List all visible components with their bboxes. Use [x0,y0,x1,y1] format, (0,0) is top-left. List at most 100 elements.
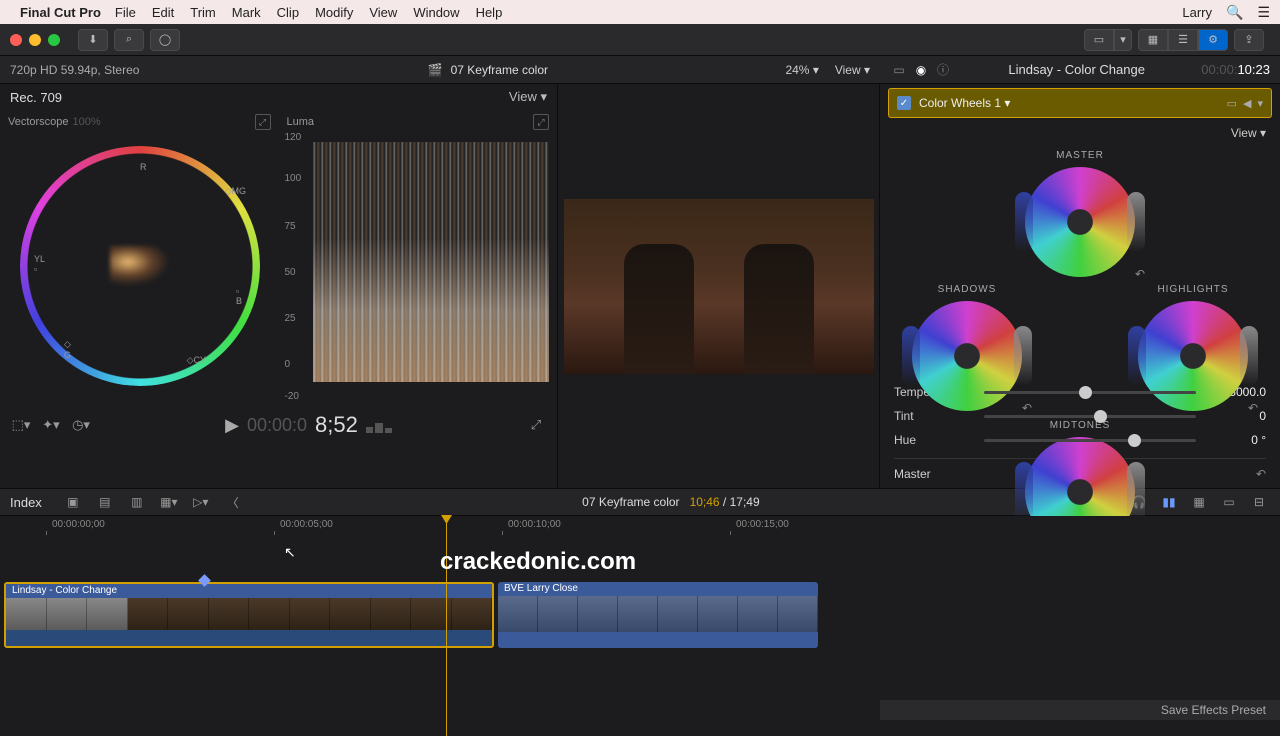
scopes-panel: Rec. 709 View ▾ Vectorscope 100% ⤢ R ◇MG… [0,84,558,488]
tl-layout-icon[interactable]: ▭ [1218,492,1240,512]
timeline-duration: 17;49 [730,495,760,509]
info-inspector-tab[interactable]: ⓘ [934,61,952,79]
tl-layout2-icon[interactable]: ⊟ [1248,492,1270,512]
menu-view[interactable]: View [369,5,397,20]
viewer-transport: ⬚▾ ✦▾ ◷▾ ▶ 00:00:08;52 ⤢ [0,410,557,440]
clip2-name: BVE Larry Close [498,582,818,596]
menu-help[interactable]: Help [476,5,503,20]
clip-lindsay[interactable]: Lindsay - Color Change [4,582,494,648]
inspector-title: Lindsay - Color Change [962,62,1191,77]
transform-tool-icon[interactable]: ⬚▾ [10,414,32,436]
luma-tick-25: 25 [285,313,296,324]
retime-tool-icon[interactable]: ◷▾ [70,414,92,436]
inspector-view-dropdown[interactable]: View ▾ [880,122,1280,144]
viewer[interactable] [558,84,880,488]
expand-luma-icon[interactable]: ⤢ [533,114,549,130]
history-back-icon[interactable]: 〈 [222,492,244,512]
layout-inspector-icon[interactable]: ⚙ [1198,29,1228,51]
hue-value[interactable]: 0 ° [1196,433,1266,447]
minimize-window-button[interactable] [29,34,41,46]
effect-enabled-checkbox[interactable]: ✓ [897,96,911,110]
search-icon[interactable]: 🔍 [1226,4,1243,21]
vectorscope-pct: 100% [73,116,101,128]
keyframe-prev-icon[interactable]: ◀ [1243,97,1251,110]
index-button[interactable]: Index [10,495,42,510]
menu-trim[interactable]: Trim [190,5,216,20]
menu-clip[interactable]: Clip [277,5,299,20]
snapping-icon[interactable]: ▦ [1188,492,1210,512]
timeline[interactable]: 00:00:00;00 00:00:05;00 00:00:10;00 00:0… [0,516,1280,686]
play-icon[interactable]: ▶ [225,415,239,436]
luma-tick-100: 100 [285,173,302,184]
tracks-area[interactable]: crackedonic.com ↖ Lindsay - Color Change… [0,536,1280,686]
keyword-button[interactable]: ⌕ [114,29,144,51]
import-button[interactable]: ⬇ [78,29,108,51]
window-controls [10,34,60,46]
mouse-cursor-icon: ↖ [284,544,296,561]
luma-tick-0: 0 [285,359,291,370]
vmark-g: ◇G [64,339,71,360]
menu-edit[interactable]: Edit [152,5,174,20]
browser-layout-icon[interactable]: ▭ [1084,29,1114,51]
highlights-label: HIGHLIGHTS [1128,284,1258,295]
hue-slider[interactable] [984,439,1196,442]
clip1-name: Lindsay - Color Change [6,584,492,598]
temperature-slider[interactable] [984,391,1196,394]
color-inspector-tab[interactable]: ◉ [912,61,930,79]
solo-icon[interactable]: ▮▮ [1158,492,1180,512]
zoom-dropdown[interactable]: 24% ▾ [785,63,818,77]
save-preset-button[interactable]: Save Effects Preset [880,700,1280,720]
app-name[interactable]: Final Cut Pro [20,5,101,20]
control-center-icon[interactable]: ☰ [1257,4,1270,21]
reset-highlights-icon[interactable]: ↶ [1248,401,1258,415]
mask-icon[interactable]: ▭ [1227,97,1237,110]
vmark-mg: ◇MG [225,186,246,197]
luma-tick-120: 120 [285,132,302,143]
audio-meter [366,417,392,433]
menu-mark[interactable]: Mark [232,5,261,20]
video-inspector-tab[interactable]: ▭ [890,61,908,79]
menu-window[interactable]: Window [413,5,459,20]
timeline-ruler[interactable]: 00:00:00;00 00:00:05;00 00:00:10;00 00:0… [0,516,1280,536]
share-button[interactable]: ⇪ [1234,29,1264,51]
luma-tick-n20: -20 [285,391,299,402]
luma-tick-50: 50 [285,267,296,278]
luma-label: Luma [287,116,315,128]
menu-file[interactable]: File [115,5,136,20]
app-toolbar: ⬇ ⌕ ◯ ▭ ▾ ▦ ☰ ⚙ ⇪ [0,24,1280,56]
clapper-icon: 🎬 [428,63,443,77]
expand-vectorscope-icon[interactable]: ⤢ [255,114,271,130]
append-clip-icon[interactable]: ▥ [126,492,148,512]
insert-clip-icon[interactable]: ▤ [94,492,116,512]
hue-label: Hue [894,433,984,447]
section-label: Master [894,467,931,481]
background-tasks-button[interactable]: ◯ [150,29,180,51]
menu-modify[interactable]: Modify [315,5,353,20]
fullscreen-icon[interactable]: ⤢ [525,414,547,436]
colorspace-label: Rec. 709 [10,90,62,105]
master-wheel[interactable]: MASTER ↶ [1015,150,1145,277]
effect-row[interactable]: ✓ Color Wheels 1 ▾ ▭ ◀ ▾ [888,88,1272,118]
ruler-tick-1: 00:00:05;00 [280,519,333,530]
overwrite-clip-icon[interactable]: ▦▾ [158,492,180,512]
tint-slider[interactable] [984,415,1196,418]
close-window-button[interactable] [10,34,22,46]
keyframe-dropdown-icon[interactable]: ▾ [1257,97,1263,110]
browser-layout-dropdown[interactable]: ▾ [1114,29,1132,51]
scopes-view-dropdown[interactable]: View ▾ [509,89,547,105]
select-tool-icon[interactable]: ▷▾ [190,492,212,512]
zoom-window-button[interactable] [48,34,60,46]
menubar-user[interactable]: Larry [1182,5,1212,20]
reset-section-icon[interactable]: ↶ [1256,467,1266,481]
layout-list-icon[interactable]: ☰ [1168,29,1198,51]
reset-shadows-icon[interactable]: ↶ [1022,401,1032,415]
ruler-tick-2: 00:00:10;00 [508,519,561,530]
effect-name[interactable]: Color Wheels 1 ▾ [919,96,1221,110]
connect-clip-icon[interactable]: ▣ [62,492,84,512]
clip-bve[interactable]: BVE Larry Close [498,582,818,648]
layout-grid-icon[interactable]: ▦ [1138,29,1168,51]
overlay-watermark: crackedonic.com [440,548,636,576]
enhance-tool-icon[interactable]: ✦▾ [40,414,62,436]
reset-master-icon[interactable]: ↶ [1135,267,1145,281]
viewer-view-dropdown[interactable]: View ▾ [835,63,870,77]
